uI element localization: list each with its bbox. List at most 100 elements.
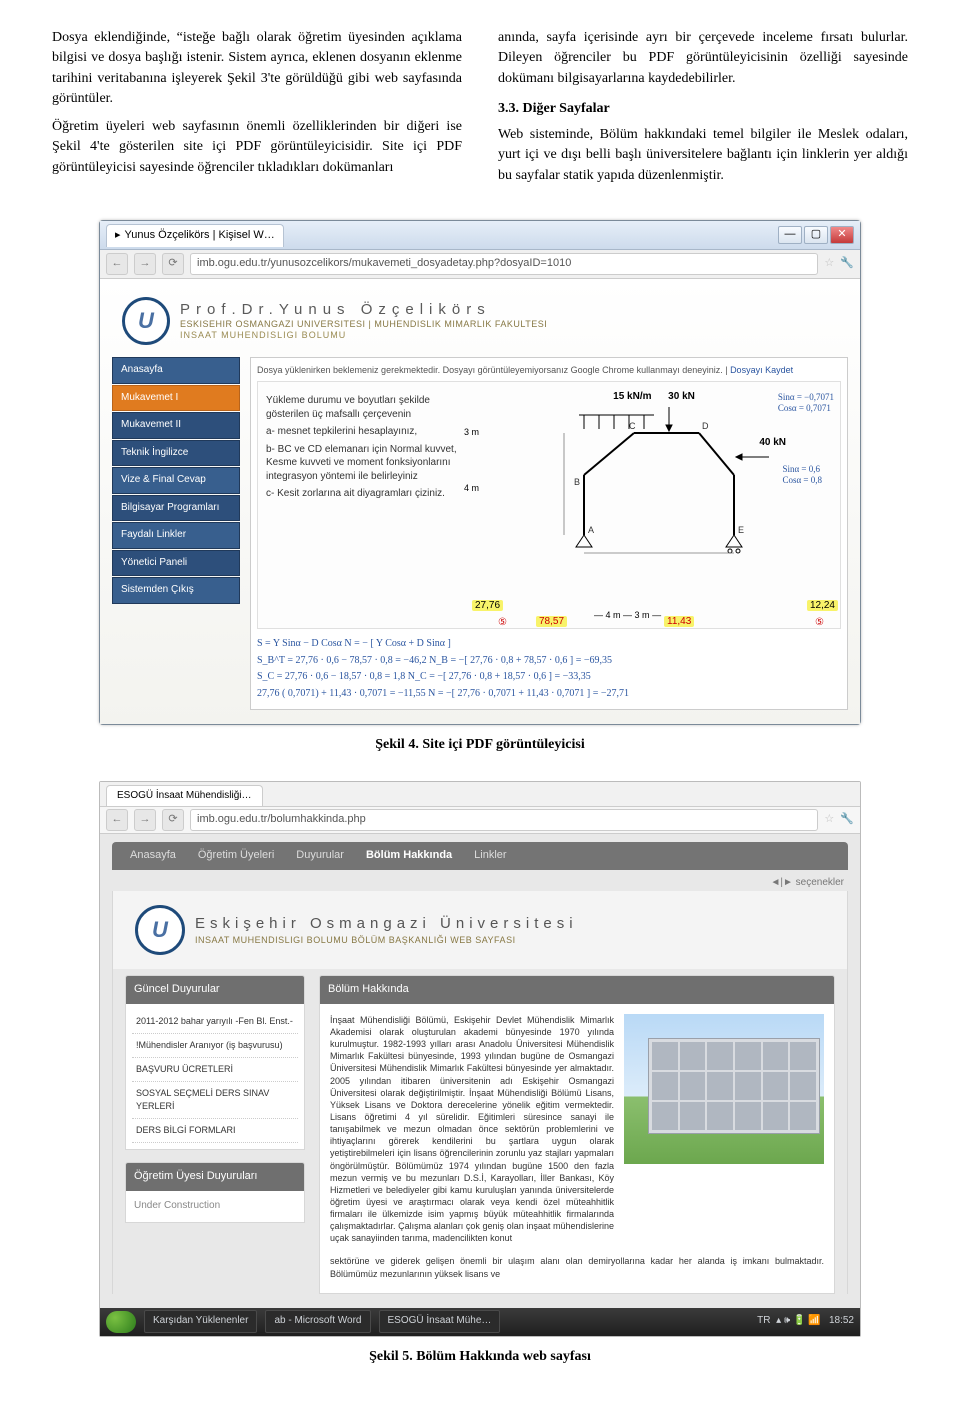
secenekler[interactable]: seçenekler [796, 877, 844, 888]
d4b: 4 m [606, 610, 621, 620]
nav-muk1[interactable]: Mukavemet I [112, 385, 240, 412]
nav-ogretim[interactable]: Öğretim Üyeleri [198, 848, 274, 864]
sec-head-33: 3.3. Diğer Sayfalar [498, 99, 908, 119]
nav-vize[interactable]: Vize & Final Cevap [112, 467, 240, 494]
star-icon[interactable]: ☆ [824, 256, 834, 272]
left-nav: Anasayfa Mukavemet I Mukavemet II Teknik… [112, 357, 240, 710]
col-right-p2: Web sisteminde, Bölüm hakkındaki temel b… [498, 125, 908, 186]
hl-7857: 78,57 [536, 616, 567, 627]
w2-wrench-icon[interactable]: 🔧 [840, 812, 854, 828]
nav-exit[interactable]: Sistemden Çıkış [112, 577, 240, 604]
w2-reload[interactable]: ⟳ [162, 809, 184, 831]
start-button[interactable] [106, 1311, 136, 1333]
panel-guncel-title: Güncel Duyurular [126, 976, 304, 1004]
window-fig4: ▸ Yunus Özçelikörs | Kişisel W… — ▢ ✕ ← … [99, 220, 861, 725]
wrench-icon[interactable]: 🔧 [840, 256, 854, 272]
duyuru-3[interactable]: SOSYAL SEÇMELİ DERS SINAV YERLERİ [132, 1082, 298, 1119]
nav-anasayfa[interactable]: Anasayfa [130, 848, 176, 864]
uni-sub: INSAAT MUHENDISLIGI BOLUMU BÖLÜM BAŞKANL… [195, 934, 578, 947]
w2-tab[interactable]: ESOGÜ İnsaat Mühendisliği… [106, 785, 263, 807]
duyuru-1[interactable]: !Mühendisler Aranıyor (iş başvurusu) [132, 1034, 298, 1058]
window-fig5: ESOGÜ İnsaat Mühendisliği… ← → ⟳ imb.ogu… [99, 781, 861, 1336]
panel-ogretim-duyuru: Öğretim Üyesi Duyuruları Under Construct… [125, 1162, 305, 1222]
url-field[interactable]: imb.ogu.edu.tr/yunusozcelikors/mukavemet… [190, 253, 818, 275]
reload-button[interactable]: ⟳ [162, 253, 184, 275]
svg-text:C: C [629, 421, 636, 431]
max-button[interactable]: ▢ [804, 226, 828, 244]
back-button[interactable]: ← [106, 253, 128, 275]
tray: TR ▴ 🕪 🔋 📶 18:52 [757, 1314, 854, 1329]
top-nav: Anasayfa Öğretim Üyeleri Duyurular Bölüm… [112, 842, 848, 870]
nav-link[interactable]: Faydalı Linkler [112, 522, 240, 549]
svg-text:D: D [702, 421, 709, 431]
eq2: S_B^T = 27,76 · 0,6 − 78,57 · 0,8 = −46,… [257, 654, 841, 669]
load-40: 40 kN [759, 437, 786, 448]
uni-logo: U [122, 297, 170, 345]
panel-main: Bölüm Hakkında İnşaat Mühendisliği Bölüm… [319, 975, 835, 1294]
nav-teknik[interactable]: Teknik İngilizce [112, 440, 240, 467]
hl-2776: 27,76 [472, 600, 503, 611]
col-left-p2: Öğretim üyeleri web sayfasının önemli öz… [52, 117, 462, 178]
duyuru-0[interactable]: 2011-2012 bahar yarıyılı -Fen Bl. Enst.- [132, 1010, 298, 1034]
load-15: 15 kN/m [613, 391, 651, 402]
col-left-p1: Dosya eklendiğinde, “isteğe bağlı olarak… [52, 28, 462, 109]
tray-lang[interactable]: TR [757, 1315, 770, 1326]
eq3: S_C = 27,76 · 0,6 − 18,57 · 0,8 = 1,8 N_… [257, 670, 841, 685]
building-photo [624, 1014, 824, 1164]
hl-1143: 11,43 [664, 616, 694, 627]
w2-back[interactable]: ← [106, 809, 128, 831]
fig5-caption: Şekil 5. Bölüm Hakkında web sayfası [52, 1347, 908, 1367]
uni-name: Eskişehir Osmangazi Üniversitesi [195, 913, 578, 935]
taskbar: Karşıdan Yüklenenler ab - Microsoft Word… [100, 1308, 860, 1336]
favicon: ▸ [115, 228, 121, 244]
nav-duyurular[interactable]: Duyurular [296, 848, 344, 864]
prof-name: Prof.Dr.Yunus Özçelikörs [180, 301, 547, 319]
task-chrome[interactable]: ESOGÜ İnsaat Mühe… [379, 1310, 501, 1333]
svg-text:B: B [574, 477, 580, 487]
nav-admin[interactable]: Yönetici Paneli [112, 550, 240, 577]
duyuru-4[interactable]: DERS BİLGİ FORMLARI [132, 1119, 298, 1143]
col-right-p1: anında, sayfa içerisinde ayrı bir çerçev… [498, 28, 908, 89]
nav-linkler[interactable]: Linkler [474, 848, 506, 864]
browser-tab[interactable]: ▸ Yunus Özçelikörs | Kişisel W… [106, 224, 284, 247]
close-button[interactable]: ✕ [830, 226, 854, 244]
d3c: 3 m [635, 610, 650, 620]
d4: 4 m [464, 483, 479, 493]
panel-ou-title: Öğretim Üyesi Duyuruları [126, 1163, 304, 1191]
pdf-save-link[interactable]: Dosyayı Kaydet [730, 365, 793, 375]
url-text: imb.ogu.edu.tr/yunusozcelikors/mukavemet… [197, 256, 571, 272]
prob-intro: Yükleme durumu ve boyutları şekilde göst… [266, 394, 466, 421]
eq4: 27,76 ( 0,7071) + 11,43 · 0,7071 = −11,5… [257, 687, 841, 702]
load-30: 30 kN [668, 391, 695, 402]
frame-diagram: BC DAE [476, 405, 832, 555]
nav-muk2[interactable]: Mukavemet II [112, 412, 240, 439]
nav-bolum[interactable]: Bölüm Hakkında [366, 848, 452, 864]
brand-line1: ESKISEHIR OSMANGAZI UNIVERSITESI | MUHEN… [180, 319, 547, 330]
main-title: Bölüm Hakkında [320, 976, 834, 1004]
nav-bilg[interactable]: Bilgisayar Programları [112, 495, 240, 522]
main-text: İnşaat Mühendisliği Bölümü, Eskişehir De… [330, 1014, 614, 1245]
hl-1224: 12,24 [807, 600, 838, 611]
cosa2: Cosα = 0,8 [782, 475, 822, 485]
w2-url-field[interactable]: imb.ogu.edu.tr/bolumhakkinda.php [190, 809, 818, 831]
under-construction: Under Construction [126, 1191, 304, 1222]
fig4-caption: Şekil 4. Site içi PDF görüntüleyicisi [52, 735, 908, 755]
eq1: S = Y Sinα − D Cosα N = − [ Y Cosα + D S… [257, 637, 841, 652]
fwd-button[interactable]: → [134, 253, 156, 275]
prob-c: c- Kesit zorlarına ait diyagramları çizi… [266, 487, 466, 501]
panel-guncel: Güncel Duyurular 2011-2012 bahar yarıyıl… [125, 975, 305, 1150]
pdf-area: Dosya yüklenirken beklemeniz gerekmekted… [250, 357, 848, 710]
pdf-msg: Dosya yüklenirken beklemeniz gerekmekted… [257, 364, 841, 377]
duyuru-2[interactable]: BAŞVURU ÜCRETLERİ [132, 1058, 298, 1082]
w2-star-icon[interactable]: ☆ [824, 812, 834, 828]
task-dl[interactable]: Karşıdan Yüklenenler [144, 1310, 257, 1333]
pdf-msg-txt: Dosya yüklenirken beklemeniz gerekmekted… [257, 365, 730, 375]
min-button[interactable]: — [778, 226, 802, 244]
task-word[interactable]: ab - Microsoft Word [265, 1310, 370, 1333]
d3a: 3 m [464, 427, 479, 437]
browser-titlebar: ▸ Yunus Özçelikörs | Kişisel W… — ▢ ✕ [100, 221, 860, 250]
sina: Sinα = −0,7071 [778, 392, 834, 402]
w2-fwd[interactable]: → [134, 809, 156, 831]
svg-text:E: E [738, 525, 744, 535]
nav-anasayfa[interactable]: Anasayfa [112, 357, 240, 384]
